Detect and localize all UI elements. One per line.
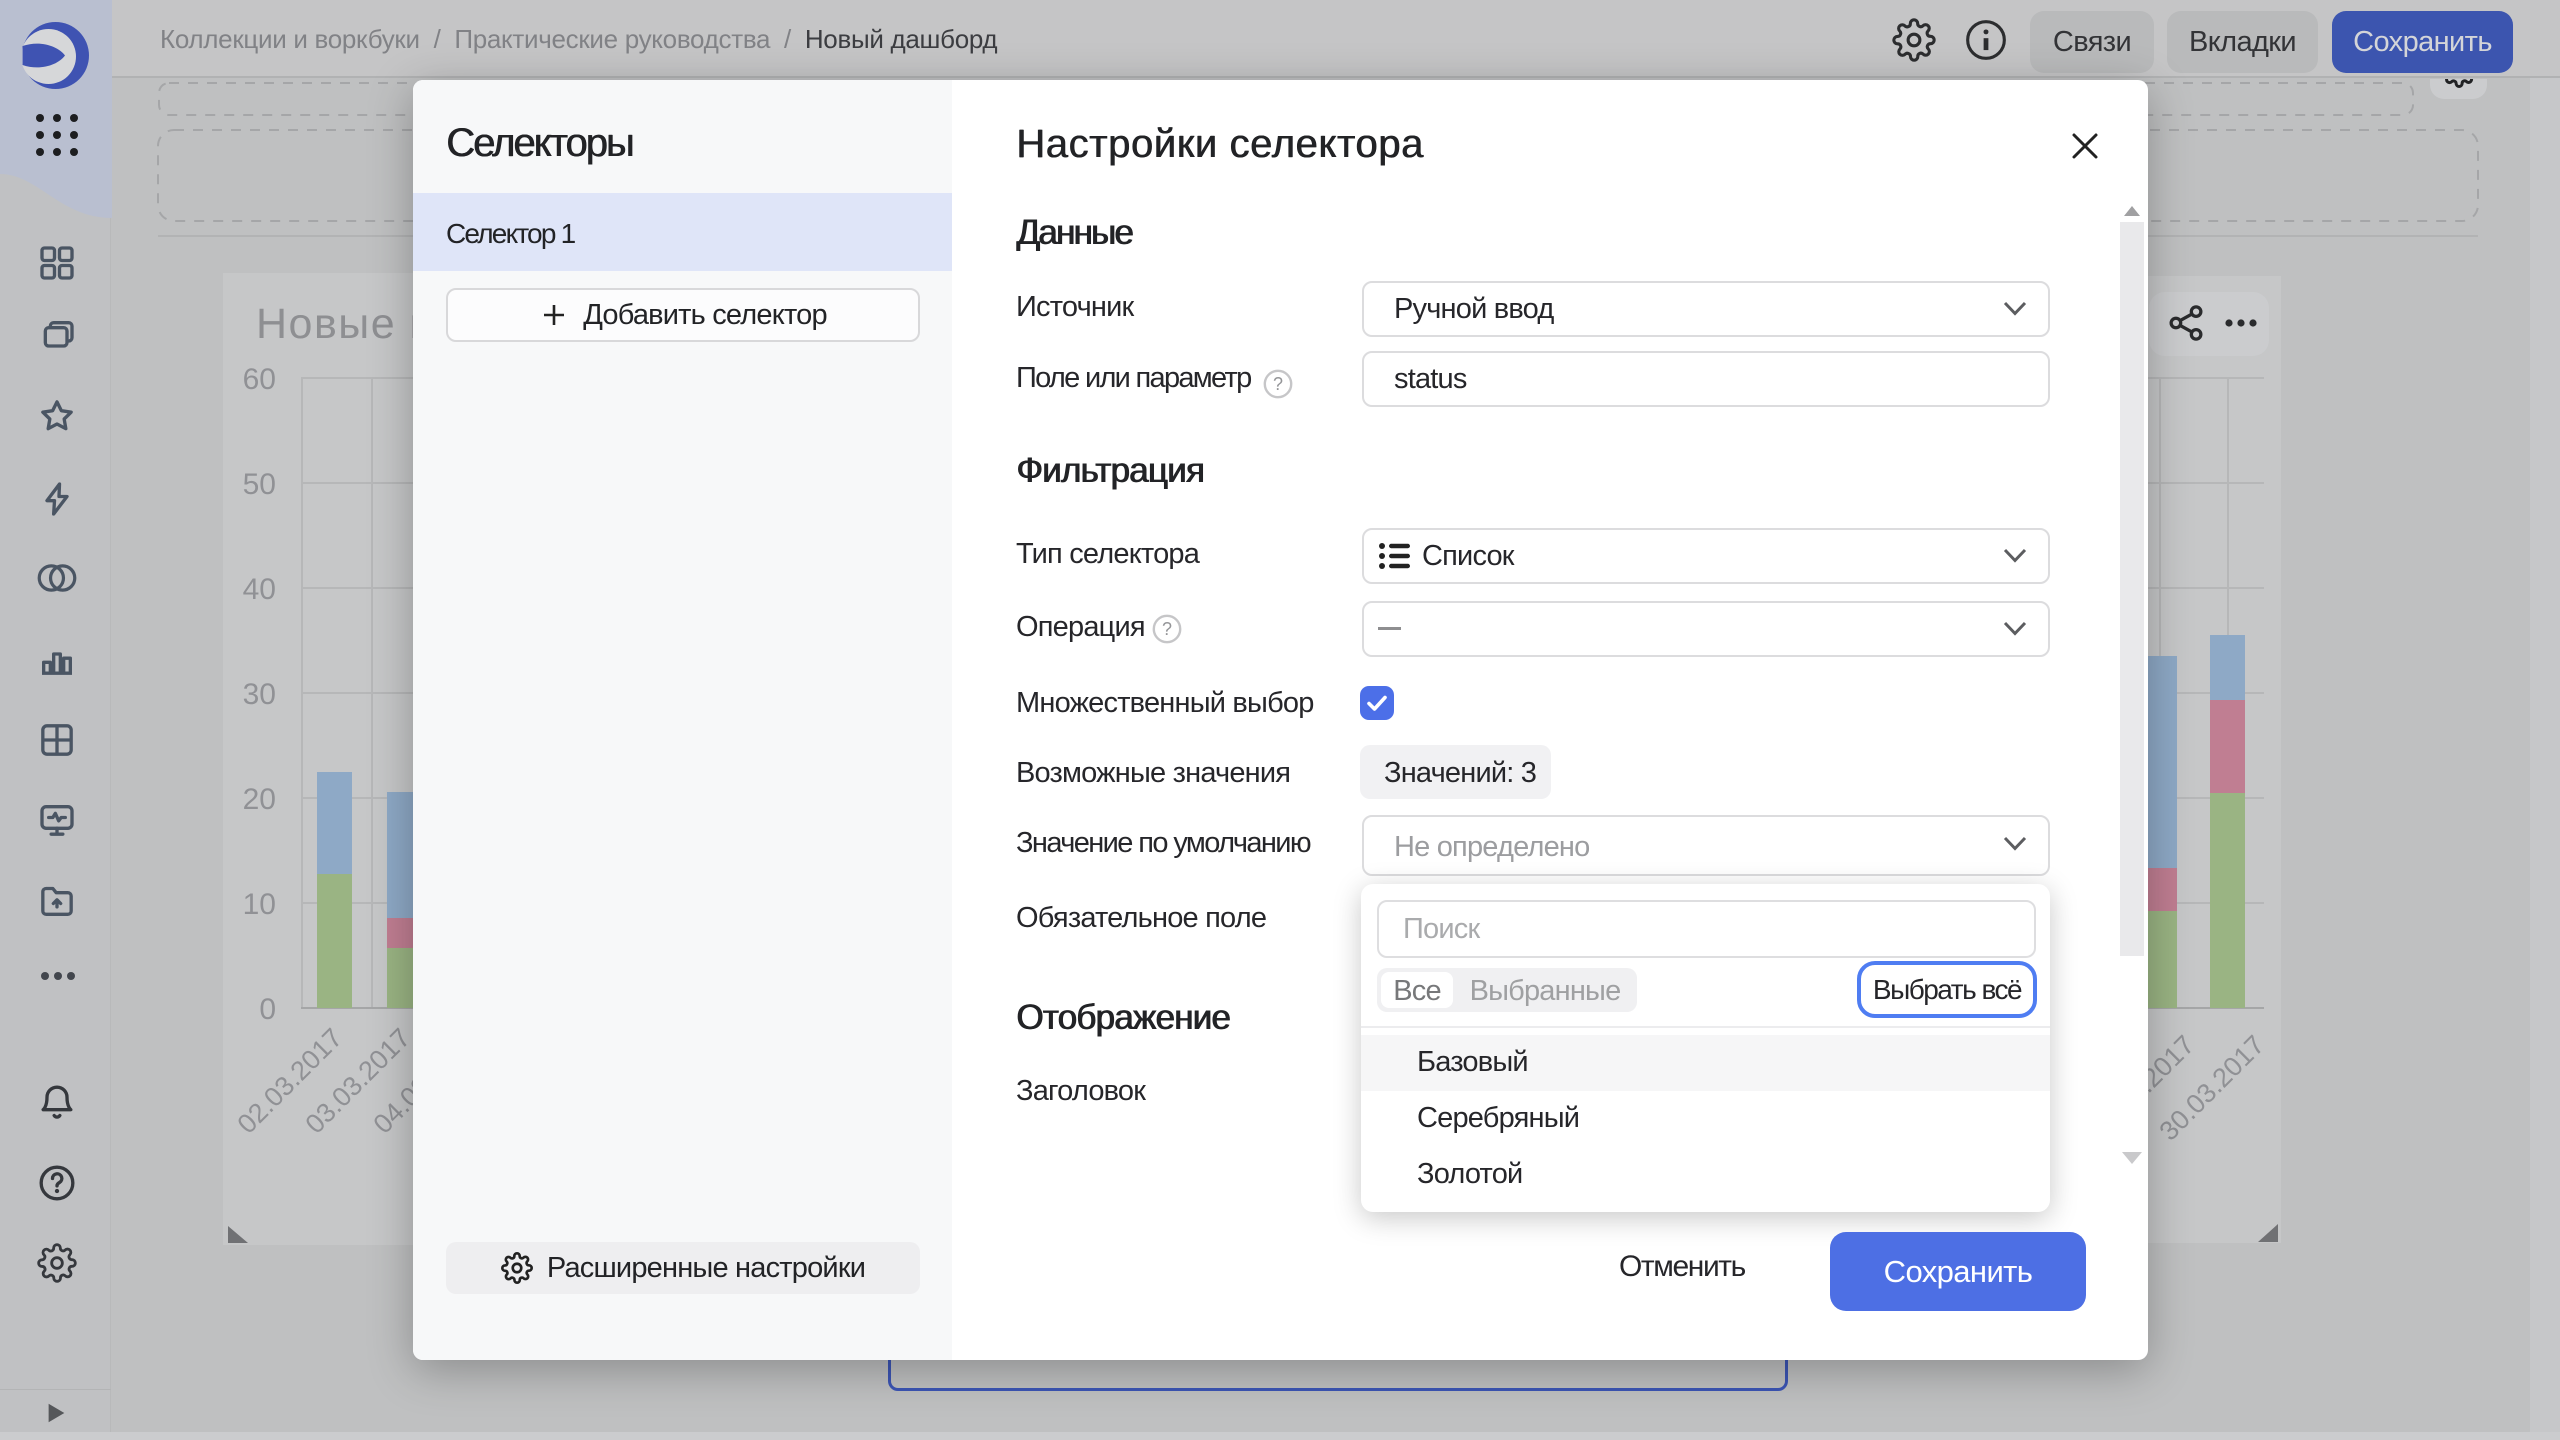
svg-text:?: ? xyxy=(1273,374,1283,394)
svg-text:?: ? xyxy=(1162,619,1172,639)
